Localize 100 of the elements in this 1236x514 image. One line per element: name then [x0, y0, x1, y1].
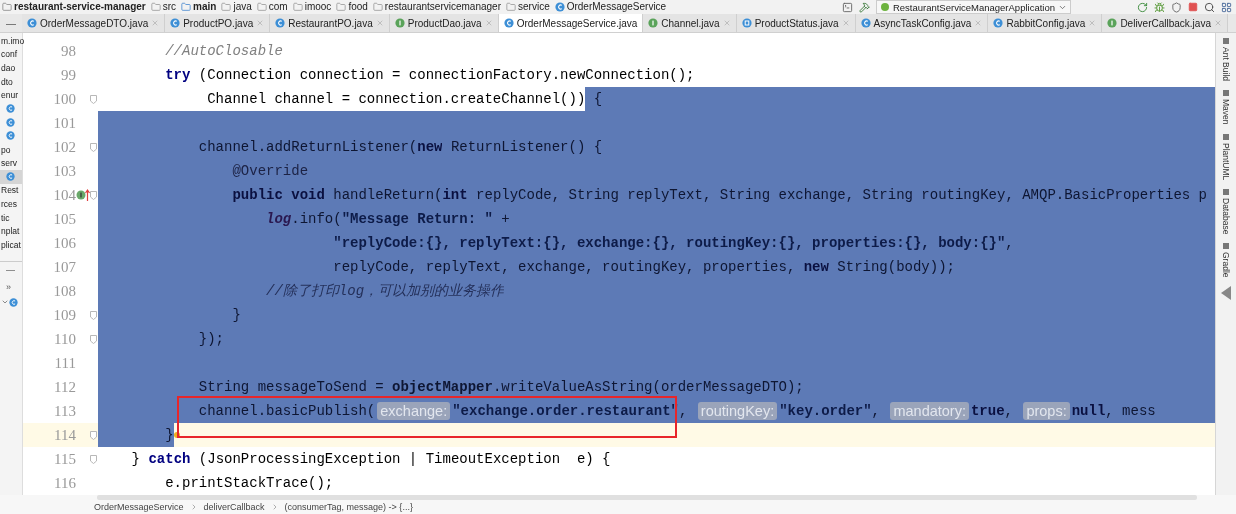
code-text: } — [98, 303, 241, 327]
code-keyword: int — [442, 183, 468, 207]
file-tab[interactable]: OrderMessageService.java — [498, 14, 644, 32]
breadcrumb-item[interactable]: main — [193, 1, 217, 13]
file-tab[interactable]: AsyncTaskConfig.java — [855, 14, 989, 32]
bug-icon[interactable] — [1154, 1, 1165, 13]
code-text: ReturnListener() { — [442, 135, 603, 159]
breadcrumb-item[interactable]: service — [518, 1, 550, 13]
tree-item[interactable]: rces — [1, 198, 18, 209]
implements-marker-icon[interactable] — [76, 188, 90, 202]
shield-icon[interactable] — [1171, 1, 1182, 13]
run-configuration-dropdown[interactable]: RestaurantServiceManagerApplication — [875, 0, 1071, 14]
line-number: 103 — [52, 162, 76, 180]
file-tab[interactable]: RabbitConfig.java — [988, 14, 1103, 32]
file-tab[interactable]: ProductPO.java — [165, 14, 271, 32]
breadcrumb-item[interactable]: imooc — [304, 1, 332, 13]
breadcrumb-item[interactable]: (consumerTag, message) -> {...} — [284, 502, 413, 512]
tool-window-icon — [1222, 37, 1230, 45]
file-tab[interactable]: DeliverCallback.java — [1102, 14, 1228, 32]
breadcrumb-item[interactable]: OrderMessageService — [94, 502, 184, 512]
fold-icon[interactable] — [90, 310, 97, 320]
close-icon[interactable] — [484, 19, 493, 27]
panel-control[interactable]: — — [0, 261, 22, 279]
folder-icon — [372, 2, 383, 12]
tree-item[interactable]: enur — [1, 90, 18, 101]
folder-icon — [336, 2, 347, 12]
code-text: String messageToSend = — [98, 375, 393, 399]
breadcrumb-item[interactable]: com — [268, 1, 288, 13]
file-tab[interactable]: Channel.java — [643, 14, 737, 32]
breadcrumb-item[interactable]: food — [348, 1, 368, 13]
string-literal: "key.order" — [779, 399, 872, 423]
breadcrumb-item[interactable]: deliverCallback — [203, 502, 265, 512]
fold-icon[interactable] — [90, 334, 97, 344]
close-icon[interactable] — [375, 19, 384, 27]
string-literal: "Message Return: " — [341, 207, 493, 231]
class-icon — [503, 18, 514, 28]
line-number: 104 — [52, 186, 76, 204]
folder-icon — [150, 2, 161, 12]
bulb-icon[interactable] — [173, 432, 180, 438]
file-tab[interactable]: ProductDao.java — [389, 14, 499, 32]
tool-window-tab[interactable]: Gradle — [1221, 252, 1231, 278]
interface-icon — [648, 18, 659, 28]
file-tab[interactable]: ProductStatus.java — [736, 14, 856, 32]
close-icon[interactable] — [256, 19, 265, 27]
fold-icon[interactable] — [90, 430, 97, 440]
stop-icon[interactable] — [1188, 2, 1198, 12]
close-icon[interactable] — [1088, 19, 1097, 27]
breadcrumb-item[interactable]: src — [162, 1, 177, 13]
tree-item[interactable]: m.imo — [1, 35, 25, 46]
grid-icon[interactable] — [1221, 1, 1232, 13]
tree-item[interactable]: dto — [1, 76, 13, 87]
tree-item[interactable]: conf — [1, 49, 18, 60]
fold-icon[interactable] — [90, 142, 97, 152]
close-icon[interactable] — [151, 19, 160, 27]
rerun-icon[interactable] — [1137, 1, 1148, 13]
tree-item[interactable]: serv — [1, 158, 18, 169]
close-icon[interactable] — [1213, 19, 1222, 27]
fold-icon[interactable] — [90, 94, 97, 104]
code-keyword: new — [803, 255, 829, 279]
file-tab[interactable]: RestaurantPO.java — [270, 14, 390, 32]
parameter-hint: props: — [1023, 402, 1070, 420]
folder-icon — [2, 2, 12, 12]
breadcrumb-item[interactable]: OrderMessageService — [566, 1, 667, 13]
scrollbar[interactable] — [97, 495, 1197, 500]
terminal-icon[interactable] — [841, 1, 853, 13]
tree-item[interactable]: dao — [1, 63, 16, 73]
breadcrumb-item[interactable]: restaurant-service-manager — [14, 1, 146, 13]
folder-icon — [221, 2, 232, 12]
tree-item[interactable]: Rest — [1, 185, 19, 196]
folder-icon — [181, 2, 192, 12]
parameter-hint: routingKey: — [697, 402, 778, 420]
line-number: 106 — [52, 234, 76, 252]
tree-item[interactable]: plicat — [1, 239, 21, 250]
fold-icon[interactable] — [90, 454, 97, 464]
minimize-button[interactable]: — — [0, 14, 22, 32]
tool-window-tab[interactable]: Maven — [1221, 99, 1231, 125]
tree-item[interactable]: po — [1, 144, 11, 155]
breadcrumb-item[interactable]: java — [233, 1, 252, 13]
close-icon[interactable] — [841, 19, 850, 27]
close-icon[interactable] — [974, 19, 983, 27]
code-comment: //除了打印log，可以加别的业务操作 — [98, 279, 505, 303]
tool-window-tab[interactable]: Ant Build — [1221, 47, 1231, 82]
tool-window-tab[interactable]: Database — [1221, 197, 1231, 235]
folder-icon — [292, 2, 303, 12]
tool-window-tab[interactable]: PlantUML — [1221, 142, 1231, 180]
panel-control[interactable]: » — [0, 278, 22, 296]
line-number: 116 — [53, 474, 76, 492]
code-text: .writeValueAsString(orderMessageDTO); — [492, 375, 804, 399]
code-keyword: new — [417, 135, 443, 159]
tree-item[interactable]: nplat — [1, 226, 20, 237]
search-icon[interactable] — [1204, 1, 1215, 13]
tree-item[interactable]: tic — [1, 212, 10, 223]
fold-icon[interactable] — [90, 190, 97, 200]
code-text: log — [98, 207, 292, 231]
close-icon[interactable] — [722, 19, 731, 27]
file-tab[interactable]: OrderMessageDTO.java — [22, 14, 166, 32]
tree-item-highlight[interactable] — [0, 169, 22, 184]
hammer-icon[interactable] — [858, 1, 870, 13]
collapse-triangle-icon[interactable] — [1221, 285, 1231, 300]
breadcrumb-item[interactable]: restaurantservicemanager — [384, 1, 501, 13]
